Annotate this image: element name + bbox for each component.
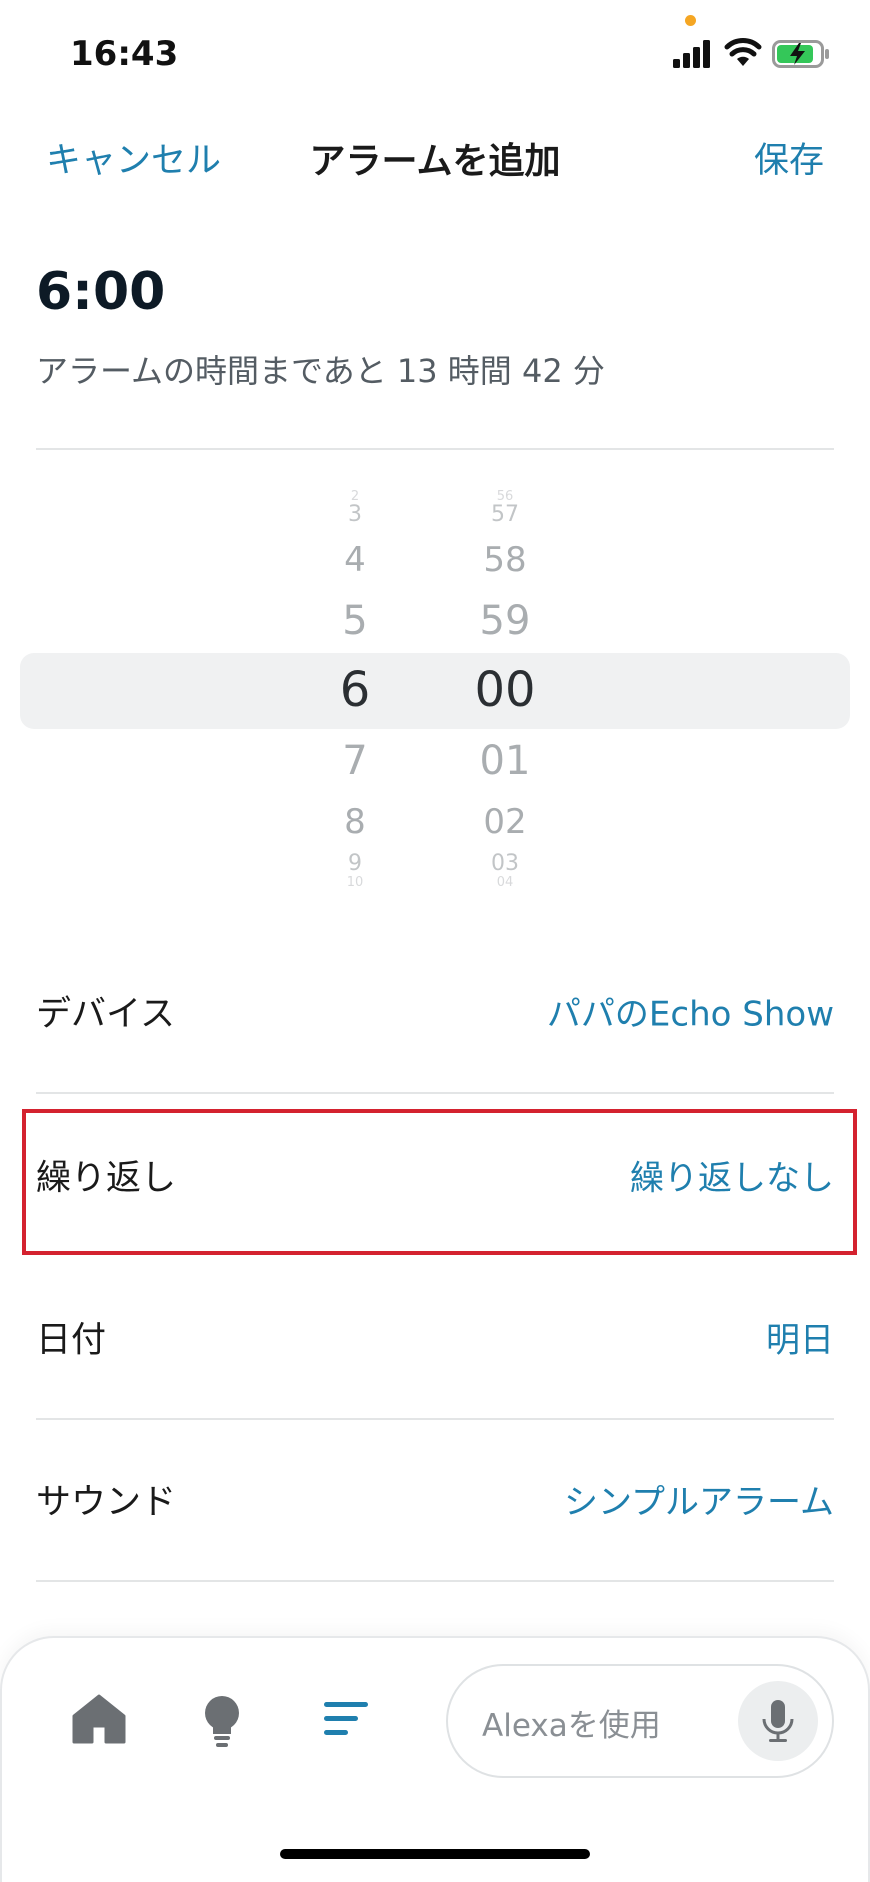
status-bar: 16:43: [0, 0, 870, 110]
row-label: デバイス: [36, 994, 175, 1035]
picker-hour-option[interactable]: 3: [300, 503, 410, 527]
picker-hour-option[interactable]: 5: [300, 598, 410, 644]
privacy-indicator-dot: [685, 15, 696, 26]
settings-row-date[interactable]: 日付 明日: [36, 1289, 834, 1385]
microphone-icon: [762, 1700, 794, 1742]
date-value-link[interactable]: 明日: [766, 1313, 834, 1362]
picker-hour-option[interactable]: 10: [300, 876, 410, 890]
lightbulb-icon[interactable]: [200, 1694, 244, 1750]
time-picker-selection-band[interactable]: [20, 653, 850, 729]
picker-minute-option[interactable]: 58: [440, 540, 570, 580]
cellular-signal-icon: [673, 40, 710, 68]
picker-minute-option[interactable]: 01: [440, 738, 570, 784]
row-label: サウンド: [36, 1482, 177, 1523]
row-label: 繰り返し: [36, 1158, 177, 1199]
picker-minute-option[interactable]: 04: [440, 876, 570, 890]
divider: [36, 1580, 834, 1582]
row-label: 日付: [36, 1320, 107, 1361]
home-indicator: [280, 1849, 590, 1859]
picker-hour-selected[interactable]: 6: [300, 662, 410, 718]
microphone-button[interactable]: [738, 1681, 818, 1761]
alarm-time-display: 6:00: [36, 262, 166, 322]
cancel-button[interactable]: キャンセル: [46, 132, 221, 183]
alexa-input-placeholder[interactable]: Alexaを使用: [482, 1700, 661, 1745]
picker-hour-option[interactable]: 4: [300, 540, 410, 580]
time-remaining-text: アラームの時間まであと 13 時間 42 分: [36, 352, 605, 390]
settings-row-sound[interactable]: サウンド シンプルアラーム: [36, 1451, 834, 1547]
divider: [36, 1418, 834, 1420]
picker-hour-option[interactable]: 9: [300, 852, 410, 876]
settings-row-device[interactable]: デバイス パパのEcho Show: [36, 963, 834, 1059]
repeat-value-link[interactable]: 繰り返しなし: [630, 1151, 834, 1200]
wifi-icon: [724, 38, 762, 66]
device-value-link[interactable]: パパのEcho Show: [547, 987, 834, 1036]
home-icon[interactable]: [72, 1694, 126, 1744]
divider: [36, 448, 834, 450]
divider: [36, 1092, 834, 1094]
picker-minute-option[interactable]: 03: [440, 852, 570, 876]
status-time: 16:43: [70, 34, 179, 74]
save-button[interactable]: 保存: [754, 132, 824, 183]
picker-minute-option[interactable]: 57: [440, 503, 570, 527]
picker-minute-option[interactable]: 59: [440, 598, 570, 644]
sound-value-link[interactable]: シンプルアラーム: [564, 1475, 834, 1524]
more-menu-icon[interactable]: [322, 1700, 370, 1738]
picker-minute-selected[interactable]: 00: [440, 662, 570, 718]
picker-hour-option[interactable]: 7: [300, 738, 410, 784]
picker-hour-option[interactable]: 8: [300, 802, 410, 842]
settings-row-repeat[interactable]: 繰り返し 繰り返しなし: [36, 1127, 834, 1223]
picker-minute-option[interactable]: 02: [440, 802, 570, 842]
battery-charging-icon: [772, 40, 829, 68]
